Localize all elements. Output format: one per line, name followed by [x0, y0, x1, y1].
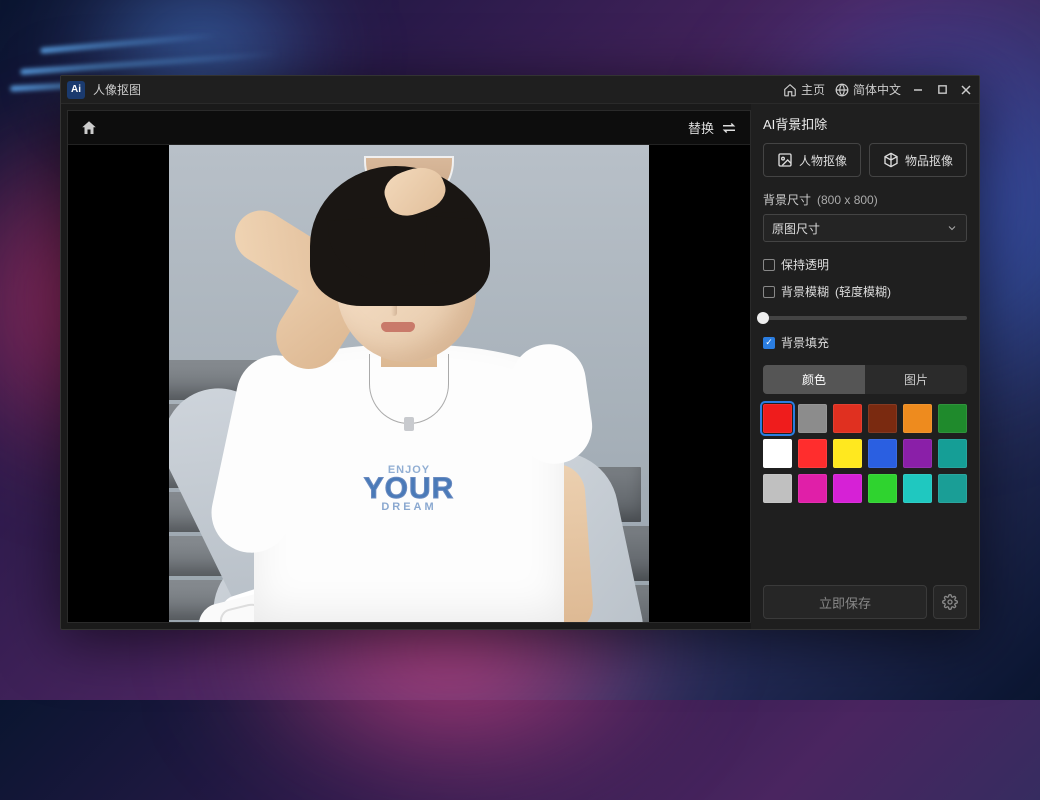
size-select[interactable]: 原图尺寸 — [763, 214, 967, 242]
color-swatch[interactable] — [938, 404, 967, 433]
panel-title: AI背景扣除 — [763, 114, 967, 133]
bg-size-label: 背景尺寸 (800 x 800) — [763, 191, 967, 208]
shirt-print-line1: ENJOY — [364, 464, 455, 476]
color-swatch[interactable] — [868, 439, 897, 468]
tab-color[interactable]: 颜色 — [763, 365, 865, 394]
language-label: 简体中文 — [853, 81, 901, 98]
color-swatch[interactable] — [763, 474, 792, 503]
gear-icon — [942, 594, 958, 610]
checkbox-checked-icon — [763, 337, 775, 349]
color-swatch-grid — [763, 404, 967, 503]
canvas-home-button[interactable] — [80, 119, 98, 137]
home-link[interactable]: 主页 — [783, 81, 825, 98]
size-select-value: 原图尺寸 — [772, 220, 820, 237]
color-swatch[interactable] — [938, 439, 967, 468]
color-swatch[interactable] — [868, 404, 897, 433]
app-icon: Ai — [67, 81, 85, 99]
mode-person-label: 人物抠像 — [799, 152, 847, 169]
language-selector[interactable]: 简体中文 — [835, 81, 901, 98]
bg-fill-label: 背景填充 — [781, 334, 829, 351]
color-swatch[interactable] — [798, 439, 827, 468]
swap-icon — [720, 119, 738, 137]
canvas-area[interactable]: ENJOY YOUR DREAM — [68, 145, 750, 622]
minimize-button[interactable] — [911, 83, 925, 97]
preview-image: ENJOY YOUR DREAM — [169, 145, 649, 622]
bg-blur-label: 背景模糊 — [781, 283, 829, 300]
slider-thumb[interactable] — [757, 312, 769, 324]
checkbox-icon — [763, 259, 775, 271]
fill-tabs: 颜色 图片 — [763, 365, 967, 394]
mode-object-button[interactable]: 物品抠像 — [869, 143, 967, 177]
replace-label: 替换 — [688, 118, 714, 137]
color-swatch[interactable] — [833, 439, 862, 468]
color-swatch[interactable] — [833, 474, 862, 503]
bg-blur-checkbox[interactable]: 背景模糊 (轻度模糊) — [763, 283, 967, 300]
color-swatch[interactable] — [868, 474, 897, 503]
color-swatch[interactable] — [763, 404, 792, 433]
titlebar: Ai 人像抠图 主页 简体中文 — [61, 76, 979, 104]
tab-image[interactable]: 图片 — [865, 365, 967, 394]
globe-icon — [835, 83, 849, 97]
bg-size-value: (800 x 800) — [817, 193, 878, 207]
color-swatch[interactable] — [833, 404, 862, 433]
color-swatch[interactable] — [798, 404, 827, 433]
color-swatch[interactable] — [903, 474, 932, 503]
window-title: 人像抠图 — [93, 81, 141, 98]
canvas-panel: 替换 — [67, 110, 751, 623]
mode-person-button[interactable]: 人物抠像 — [763, 143, 861, 177]
chevron-down-icon — [946, 222, 958, 234]
maximize-button[interactable] — [935, 83, 949, 97]
bg-blur-hint: (轻度模糊) — [835, 283, 891, 300]
color-swatch[interactable] — [903, 439, 932, 468]
color-swatch[interactable] — [763, 439, 792, 468]
color-swatch[interactable] — [798, 474, 827, 503]
close-button[interactable] — [959, 83, 973, 97]
cube-icon — [883, 152, 899, 168]
bg-fill-checkbox[interactable]: 背景填充 — [763, 334, 967, 351]
sidebar: AI背景扣除 人物抠像 物品抠像 背景尺寸 (800 x 800) — [751, 104, 979, 629]
save-button[interactable]: 立即保存 — [763, 585, 927, 619]
home-link-label: 主页 — [801, 81, 825, 98]
color-swatch[interactable] — [938, 474, 967, 503]
checkbox-icon — [763, 286, 775, 298]
mode-object-label: 物品抠像 — [905, 152, 953, 169]
shirt-print-line3: DREAM — [364, 501, 455, 513]
app-window: Ai 人像抠图 主页 简体中文 — [60, 75, 980, 630]
replace-button[interactable]: 替换 — [688, 118, 738, 137]
color-swatch[interactable] — [903, 404, 932, 433]
keep-transparent-checkbox[interactable]: 保持透明 — [763, 256, 967, 273]
home-icon — [783, 83, 797, 97]
keep-transparent-label: 保持透明 — [781, 256, 829, 273]
canvas-toolbar: 替换 — [68, 111, 750, 145]
bg-blur-slider[interactable] — [763, 316, 967, 320]
save-options-button[interactable] — [933, 585, 967, 619]
person-icon — [777, 152, 793, 168]
shirt-print-line2: YOUR — [364, 476, 455, 502]
